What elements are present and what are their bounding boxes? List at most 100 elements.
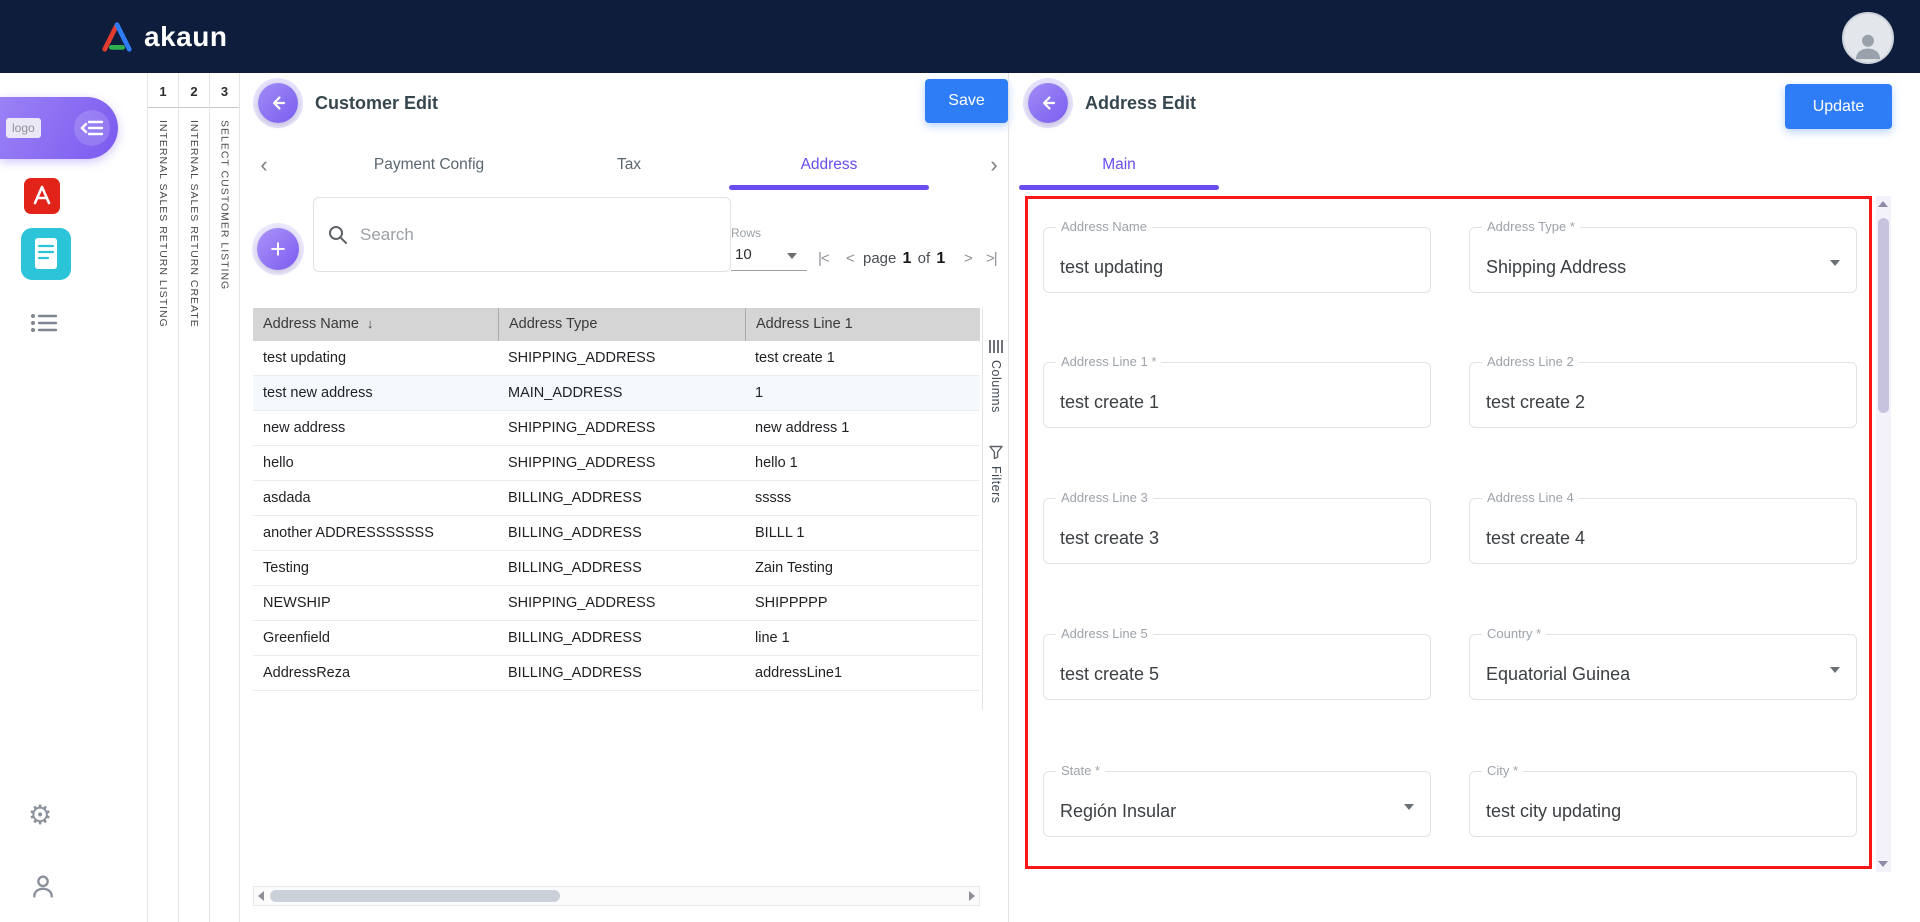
- filter-icon: [989, 445, 1003, 459]
- arrow-back-icon: [269, 94, 287, 112]
- cell-address-name: hello: [253, 446, 498, 480]
- table-row[interactable]: Greenfield BILLING_ADDRESS line 1: [253, 621, 980, 656]
- field-address-line-1[interactable]: Address Line 1 * test create 1: [1043, 362, 1431, 428]
- field-address-name[interactable]: Address Name test updating: [1043, 227, 1431, 293]
- table-row[interactable]: NEWSHIP SHIPPING_ADDRESS SHIPPPPP: [253, 586, 980, 621]
- filters-button[interactable]: Filters: [983, 445, 1009, 504]
- cell-address-line-1: sssss: [745, 481, 980, 515]
- tab-address[interactable]: Address: [729, 145, 929, 185]
- brand-name: akaun: [144, 21, 227, 53]
- horizontal-scroll-thumb[interactable]: [270, 890, 560, 902]
- workflow-tab-label: SELECT CUSTOMER LISTING: [219, 120, 231, 290]
- list-menu-icon[interactable]: [30, 312, 58, 334]
- table-row[interactable]: Testing BILLING_ADDRESS Zain Testing: [253, 551, 980, 586]
- next-page-button[interactable]: >: [964, 250, 972, 267]
- table-row[interactable]: AddressReza BILLING_ADDRESS addressLine1: [253, 656, 980, 691]
- table-row[interactable]: hello SHIPPING_ADDRESS hello 1: [253, 446, 980, 481]
- field-label: Address Line 3: [1056, 490, 1153, 505]
- documents-app-icon[interactable]: [21, 228, 71, 280]
- first-page-button[interactable]: |<: [818, 250, 829, 267]
- user-avatar[interactable]: [1842, 12, 1894, 64]
- field-label: Country *: [1482, 626, 1546, 641]
- tab-payment-config[interactable]: Payment Config: [329, 145, 529, 185]
- field-value: test city updating: [1486, 801, 1621, 822]
- cell-address-line-1: BILLL 1: [745, 516, 980, 550]
- panel-divider: [1008, 73, 1009, 922]
- address-edit-back-button[interactable]: [1028, 83, 1068, 123]
- header-label: Address Name: [263, 316, 359, 332]
- last-page-button[interactable]: >|: [986, 250, 997, 267]
- dropdown-arrow-icon: [787, 253, 797, 259]
- header-address-line-1[interactable]: Address Line 1: [745, 308, 980, 341]
- workflow-tab-number: 2: [179, 73, 209, 108]
- header-label: Address Type: [509, 316, 597, 332]
- workflow-tab-label: INTERNAL SALES RETURN LISTING: [157, 120, 169, 328]
- prev-page-button[interactable]: <: [846, 250, 854, 267]
- field-state[interactable]: State * Región Insular: [1043, 771, 1431, 837]
- tabs-scroll-right-icon[interactable]: ›: [982, 147, 1006, 183]
- field-address-line-4[interactable]: Address Line 4 test create 4: [1469, 498, 1857, 564]
- settings-gear-icon[interactable]: ⚙: [28, 802, 52, 829]
- workflow-tab-3[interactable]: 3 SELECT CUSTOMER LISTING: [209, 73, 240, 922]
- field-address-line-3[interactable]: Address Line 3 test create 3: [1043, 498, 1431, 564]
- field-address-type[interactable]: Address Type * Shipping Address: [1469, 227, 1857, 293]
- add-address-button[interactable]: +: [257, 228, 299, 270]
- columns-icon: [989, 340, 1003, 353]
- search-input[interactable]: [358, 224, 716, 246]
- table-header: Address Name ↓ Address Type Address Line …: [253, 308, 980, 341]
- pdf-tool-icon[interactable]: [24, 178, 60, 214]
- tabs-scroll-left-icon[interactable]: ‹: [252, 147, 276, 183]
- field-country[interactable]: Country * Equatorial Guinea: [1469, 634, 1857, 700]
- cell-address-type: BILLING_ADDRESS: [498, 656, 745, 690]
- table-row[interactable]: asdada BILLING_ADDRESS sssss: [253, 481, 980, 516]
- field-label: State *: [1056, 763, 1105, 778]
- table-horizontal-scrollbar[interactable]: [253, 886, 980, 906]
- columns-button[interactable]: Columns: [983, 340, 1009, 413]
- brand-logo[interactable]: akaun: [100, 21, 227, 53]
- cell-address-type: SHIPPING_ADDRESS: [498, 341, 745, 375]
- page-current: 1: [901, 250, 914, 267]
- field-value: Shipping Address: [1486, 257, 1626, 278]
- field-label: Address Type *: [1482, 219, 1580, 234]
- customer-edit-back-button[interactable]: [258, 83, 298, 123]
- cell-address-name: test new address: [253, 376, 498, 410]
- field-value: test create 4: [1486, 528, 1585, 549]
- scroll-right-icon[interactable]: [969, 891, 975, 901]
- header-label: Address Line 1: [756, 316, 853, 332]
- cell-address-line-1: addressLine1: [745, 656, 980, 690]
- update-button[interactable]: Update: [1785, 84, 1892, 129]
- scroll-up-icon[interactable]: [1878, 201, 1888, 207]
- field-address-line-5[interactable]: Address Line 5 test create 5: [1043, 634, 1431, 700]
- app-window: akaun logo: [0, 0, 1920, 922]
- profile-person-icon[interactable]: [29, 872, 57, 900]
- field-value: test create 5: [1060, 664, 1159, 685]
- form-vertical-scrollbar[interactable]: [1876, 196, 1891, 872]
- cell-address-line-1: 1: [745, 376, 980, 410]
- table-row[interactable]: another ADDRESSSSSSS BILLING_ADDRESS BIL…: [253, 516, 980, 551]
- workflow-tab-2[interactable]: 2 INTERNAL SALES RETURN CREATE: [178, 73, 209, 922]
- cell-address-line-1: line 1: [745, 621, 980, 655]
- cell-address-line-1: hello 1: [745, 446, 980, 480]
- scroll-left-icon[interactable]: [258, 891, 264, 901]
- field-label: Address Line 4: [1482, 490, 1579, 505]
- rows-per-page-select[interactable]: 10: [731, 240, 807, 271]
- cell-address-line-1: test create 1: [745, 341, 980, 375]
- address-edit-title: Address Edit: [1085, 93, 1196, 114]
- field-city[interactable]: City * test city updating: [1469, 771, 1857, 837]
- vertical-scroll-thumb[interactable]: [1878, 218, 1889, 413]
- field-address-line-2[interactable]: Address Line 2 test create 2: [1469, 362, 1857, 428]
- tab-main[interactable]: Main: [1019, 145, 1219, 185]
- workflow-tab-1[interactable]: 1 INTERNAL SALES RETURN LISTING: [147, 73, 178, 922]
- tab-tax[interactable]: Tax: [529, 145, 729, 185]
- header-address-name[interactable]: Address Name ↓: [253, 308, 498, 341]
- table-row[interactable]: test new address MAIN_ADDRESS 1: [253, 376, 980, 411]
- table-row[interactable]: test updating SHIPPING_ADDRESS test crea…: [253, 341, 980, 376]
- sidebar-logo-toggle[interactable]: logo: [0, 97, 118, 159]
- rows-per-page-label: Rows: [731, 226, 761, 240]
- sort-desc-icon: ↓: [367, 316, 374, 331]
- cell-address-type: SHIPPING_ADDRESS: [498, 411, 745, 445]
- header-address-type[interactable]: Address Type: [498, 308, 745, 341]
- scroll-down-icon[interactable]: [1878, 861, 1888, 867]
- table-row[interactable]: new address SHIPPING_ADDRESS new address…: [253, 411, 980, 446]
- save-button[interactable]: Save: [925, 79, 1008, 123]
